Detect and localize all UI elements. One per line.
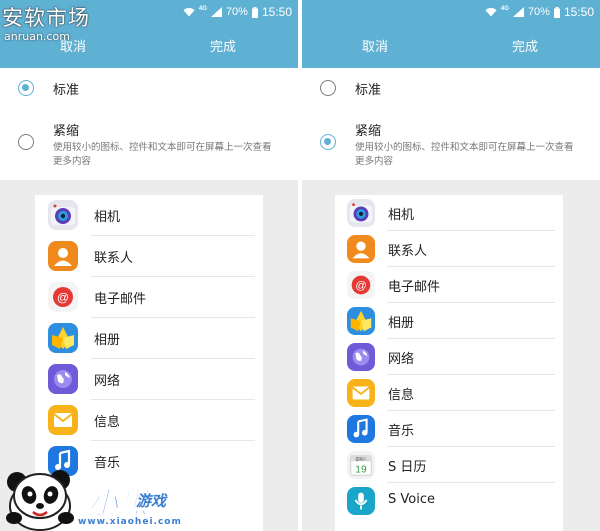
right-settings-screen: 4G 70% 15:50 取消 完成 标准 紧缩 使用较小的图标、控件和文本即可…: [302, 0, 600, 531]
messages-icon: [48, 405, 78, 435]
option-compact[interactable]: 紧缩 使用较小的图标、控件和文本即可在屏幕上一次查看更多内容: [0, 108, 298, 180]
signal-icon: [512, 7, 524, 17]
svg-text:19: 19: [355, 464, 367, 475]
app-row-gallery: 相册: [335, 303, 563, 339]
app-row-messages: 信息: [35, 400, 263, 441]
radio-standard[interactable]: [320, 80, 336, 96]
camera-icon: [48, 200, 78, 230]
option-compact-title: 紧缩: [53, 124, 80, 139]
signal-icon: [210, 7, 222, 17]
gallery-icon: [347, 307, 375, 335]
wifi-icon: [183, 8, 195, 17]
contacts-icon: [48, 241, 78, 271]
option-compact-description: 使用较小的图标、控件和文本即可在屏幕上一次查看更多内容: [355, 142, 574, 167]
status-bar: 4G 70% 15:50: [485, 4, 594, 20]
app-row-contacts: 联系人: [335, 231, 563, 267]
status-bar: 4G 70% 15:50: [183, 4, 292, 20]
music-icon: [347, 415, 375, 443]
gallery-icon: [48, 323, 78, 353]
option-standard-title: 标准: [53, 83, 80, 98]
app-label: 联系人: [388, 244, 428, 259]
app-label: 音乐: [388, 424, 415, 439]
calendar-icon: 星期六 19: [347, 451, 375, 479]
app-row-calendar: 星期六 19 S 日历: [335, 447, 563, 483]
app-row-email: @ 电子邮件: [335, 267, 563, 303]
app-row-internet: 网络: [335, 339, 563, 375]
app-label: 网络: [94, 374, 121, 389]
battery-percent: 70%: [527, 6, 550, 18]
left-settings-screen: 4G 70% 15:50 取消 完成 标准 紧缩 使用较小的图标、控件和文本即可…: [0, 0, 298, 531]
clock: 15:50: [261, 5, 292, 19]
watermark-brand-url: www.xiaohei.com: [78, 517, 182, 527]
app-row-gallery: 相册: [35, 318, 263, 359]
top-bar: 4G 70% 15:50 取消 完成: [302, 0, 600, 68]
app-label: 相册: [388, 316, 415, 331]
app-row-camera: 相机: [335, 195, 563, 231]
battery-icon: [251, 6, 258, 18]
app-preview-list: 相机联系人 @ 电子邮件相册网络信息音乐星期六 19 S 日历 S Voice: [335, 195, 563, 531]
cancel-button[interactable]: 取消: [362, 36, 388, 55]
app-label: 电子邮件: [388, 280, 441, 295]
svg-text:@: @: [355, 280, 366, 292]
app-label: S 日历: [388, 460, 427, 475]
done-button[interactable]: 完成: [512, 36, 538, 55]
comparison-screenshot: 4G 70% 15:50 取消 完成 标准 紧缩 使用较小的图标、控件和文本即可…: [0, 0, 600, 531]
option-standard-title: 标准: [355, 83, 382, 98]
svg-text:星期六: 星期六: [355, 456, 366, 461]
app-row-svoice: S Voice: [335, 483, 563, 519]
contacts-icon: [347, 235, 375, 263]
app-label: S Voice: [388, 492, 435, 507]
app-row-email: @ 电子邮件: [35, 277, 263, 318]
display-mode-options: 标准 紧缩 使用较小的图标、控件和文本即可在屏幕上一次查看更多内容: [0, 68, 298, 180]
app-label: 相机: [94, 210, 121, 225]
radio-compact[interactable]: [18, 134, 34, 150]
option-standard[interactable]: 标准: [302, 68, 600, 108]
camera-icon: [347, 199, 375, 227]
radio-compact[interactable]: [320, 134, 336, 150]
network-type: 4G: [500, 6, 509, 12]
xiaohei-watermark: 小黑 游戏 www.xiaohei.com: [0, 458, 200, 531]
watermark-brand-sub: 游戏: [136, 492, 167, 510]
email-icon: @: [48, 282, 78, 312]
display-mode-options: 标准 紧缩 使用较小的图标、控件和文本即可在屏幕上一次查看更多内容: [302, 68, 600, 180]
done-button[interactable]: 完成: [210, 36, 236, 55]
app-row-internet: 网络: [35, 359, 263, 400]
email-icon: @: [347, 271, 375, 299]
app-label: 信息: [94, 415, 121, 430]
wifi-icon: [485, 8, 497, 17]
option-standard[interactable]: 标准: [0, 68, 298, 108]
app-row-contacts: 联系人: [35, 236, 263, 277]
svoice-icon: [347, 487, 375, 515]
internet-icon: [347, 343, 375, 371]
internet-icon: [48, 364, 78, 394]
app-label: 网络: [388, 352, 415, 367]
app-label: 相机: [388, 208, 415, 223]
option-compact[interactable]: 紧缩 使用较小的图标、控件和文本即可在屏幕上一次查看更多内容: [302, 108, 600, 180]
option-compact-title: 紧缩: [355, 124, 382, 139]
watermark-title: 安软市场: [2, 6, 90, 30]
watermark-url: anruan.com: [4, 30, 70, 43]
app-label: 信息: [388, 388, 415, 403]
app-label: 联系人: [94, 251, 134, 266]
messages-icon: [347, 379, 375, 407]
clock: 15:50: [563, 5, 594, 19]
app-row-music: 音乐: [335, 411, 563, 447]
battery-icon: [553, 6, 560, 18]
svg-text:@: @: [57, 291, 69, 305]
panda-logo-icon: [6, 470, 74, 531]
app-row-camera: 相机: [35, 195, 263, 236]
app-label: 电子邮件: [94, 292, 147, 307]
battery-percent: 70%: [225, 6, 248, 18]
option-compact-description: 使用较小的图标、控件和文本即可在屏幕上一次查看更多内容: [53, 142, 272, 167]
app-label: 相册: [94, 333, 121, 348]
app-row-messages: 信息: [335, 375, 563, 411]
network-type: 4G: [198, 6, 207, 12]
radio-standard[interactable]: [18, 80, 34, 96]
anruan-watermark: 安软市场 anruan.com: [0, 0, 110, 50]
